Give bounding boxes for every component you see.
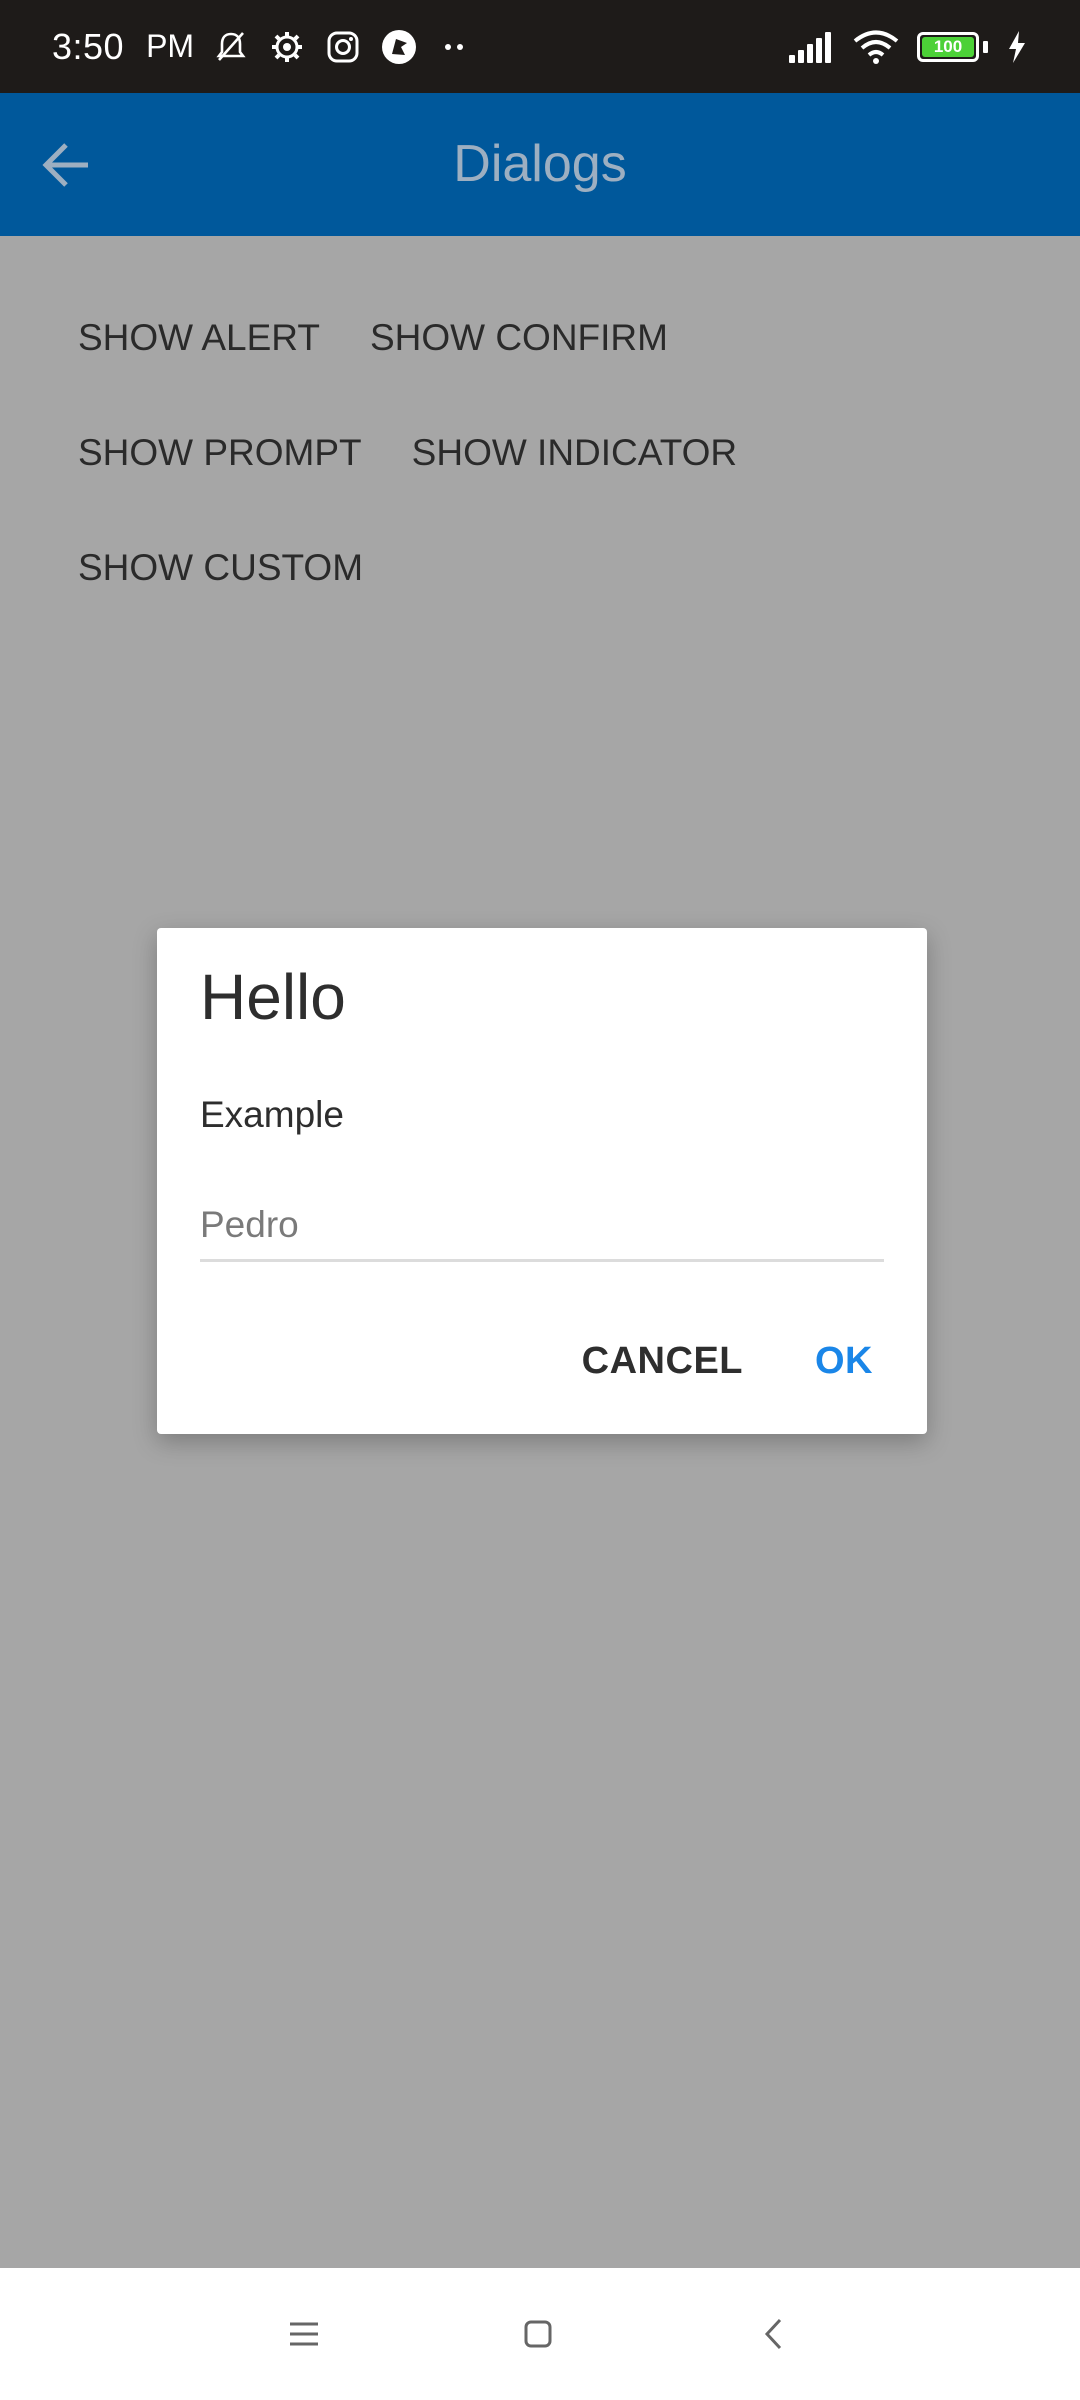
signal-icon [787,28,835,66]
show-confirm-button[interactable]: SHOW CONFIRM [370,298,694,378]
home-button[interactable] [502,2298,574,2370]
screen: 3:50 PM 100 Dialogs SHOW ALERT SHOW CONF… [0,0,1080,2400]
status-right: 100 [787,0,1028,93]
menu-button[interactable] [268,2298,340,2370]
battery-icon: 100 [917,31,979,62]
back-icon [764,2318,782,2350]
battery-level: 100 [933,36,963,56]
page-title: Dialogs [453,135,627,193]
status-left: 3:50 PM [52,0,474,93]
instagram-icon [324,28,362,66]
charging-bolt-icon [1006,28,1028,66]
mute-bell-icon [212,28,250,66]
status-bar: 3:50 PM 100 [0,0,1080,93]
home-icon [524,2320,552,2348]
back-button[interactable] [26,129,106,201]
prompt-dialog: Hello Example CANCEL OK [157,928,927,1434]
nav-back-button[interactable] [738,2298,810,2370]
dialog-actions: CANCEL OK [568,1328,887,1395]
app-bar: Dialogs [0,93,1080,236]
dialog-message: Example [200,1094,344,1135]
button-row-1: SHOW ALERT SHOW CONFIRM [52,298,694,378]
menu-icon [290,2322,318,2346]
ok-button[interactable]: OK [801,1328,887,1395]
app-icon [380,28,418,66]
show-custom-button[interactable]: SHOW CUSTOM [52,528,389,608]
gear-icon [268,28,306,66]
wifi-icon [853,28,899,66]
button-row-3: SHOW CUSTOM [52,528,389,608]
dialog-text-input[interactable] [200,1190,884,1262]
battery-tip [983,40,988,53]
status-ampm: PM [146,28,195,64]
button-row-2: SHOW PROMPT SHOW INDICATOR [52,413,763,493]
show-alert-button[interactable]: SHOW ALERT [52,298,370,378]
dialog-title: Hello [200,961,346,1033]
more-dots-icon [436,28,474,66]
arrow-back-icon [42,143,88,187]
cancel-button[interactable]: CANCEL [568,1328,757,1395]
show-indicator-button[interactable]: SHOW INDICATOR [412,413,763,493]
navigation-bar [0,2268,1080,2400]
show-prompt-button[interactable]: SHOW PROMPT [52,413,412,493]
status-time: 3:50 [52,25,125,67]
